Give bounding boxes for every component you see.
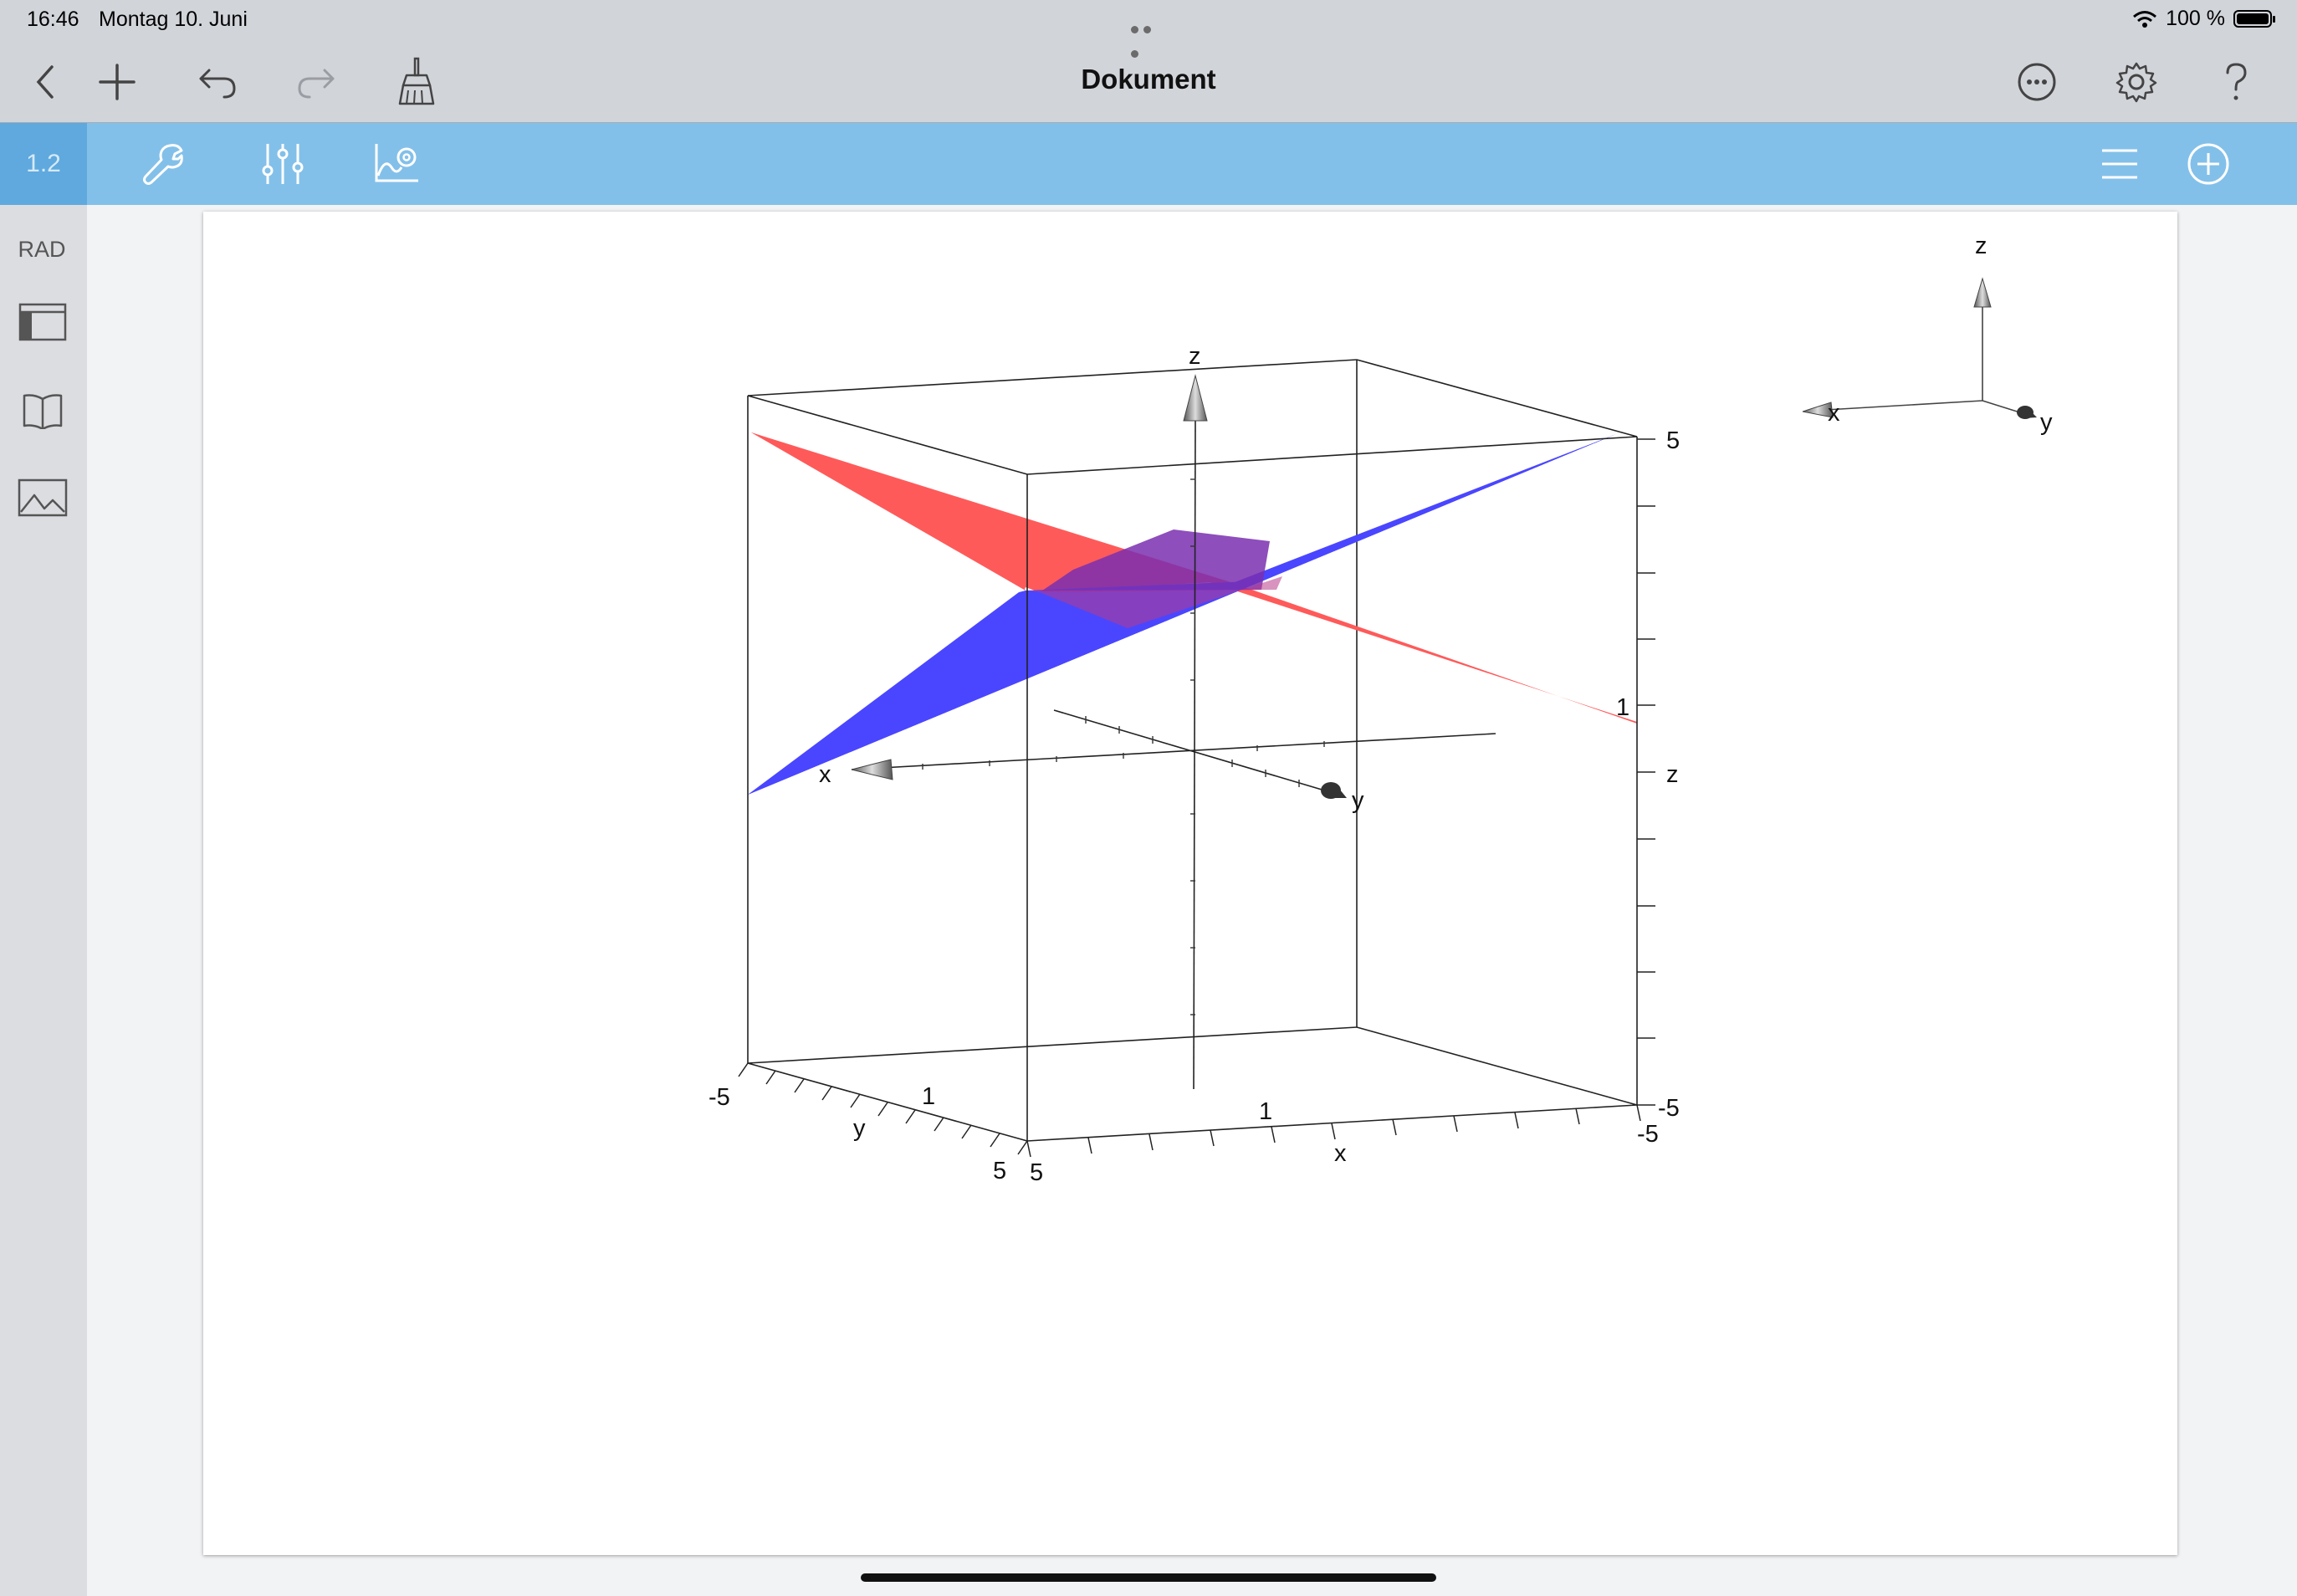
multitasking-dots[interactable] — [1131, 15, 1168, 58]
sliders-icon — [262, 144, 304, 184]
tools-button[interactable] — [138, 139, 188, 189]
panel-layout-icon — [18, 303, 67, 341]
x-tick-label-start: 5 — [1030, 1159, 1043, 1186]
orientation-z-label: z — [1975, 233, 1987, 259]
x-scale-axis-label: x — [1334, 1140, 1347, 1167]
image-icon — [18, 478, 68, 517]
orientation-indicator[interactable]: z x y — [1802, 233, 2053, 436]
question-mark-icon — [2226, 63, 2247, 100]
x-tick-label-end: -5 — [1637, 1121, 1659, 1148]
orientation-z-arrow — [1973, 277, 1992, 308]
sidebar: RAD — [0, 205, 87, 1596]
graph-gear-icon — [375, 144, 418, 182]
wifi-icon — [2133, 10, 2157, 28]
broom-icon — [398, 57, 435, 105]
angle-mode-indicator[interactable]: RAD — [0, 237, 84, 263]
plus-circle-icon — [2187, 143, 2229, 185]
y-tick-label-mid: 1 — [922, 1083, 935, 1110]
x-tick-label-mid: 1 — [1259, 1098, 1272, 1125]
redo-icon — [298, 69, 335, 99]
inner-y-label: y — [1352, 787, 1364, 814]
home-indicator[interactable] — [861, 1573, 1436, 1582]
navigation-bar: Dokument — [0, 40, 2297, 123]
x-axis-arrow — [851, 759, 893, 780]
z-axis-arrow — [1183, 374, 1208, 422]
battery-percent: 100 % — [2166, 7, 2225, 30]
help-button[interactable] — [2211, 57, 2261, 107]
y-tick-label-start: -5 — [709, 1084, 730, 1111]
undo-button[interactable] — [192, 57, 243, 107]
more-button[interactable] — [2012, 57, 2062, 107]
y-tick-label-end: 5 — [993, 1158, 1006, 1184]
plus-icon — [99, 64, 136, 100]
view-settings-button[interactable] — [258, 139, 308, 189]
page-sorter-button[interactable] — [17, 299, 69, 345]
redo-button[interactable] — [291, 57, 341, 107]
z-tick-label-mid: 1 — [1616, 694, 1629, 721]
ellipsis-circle-icon — [2018, 63, 2056, 101]
battery-icon — [2233, 10, 2275, 28]
z-scale-axis-label: z — [1666, 761, 1679, 788]
graph-settings-button[interactable] — [371, 139, 422, 189]
clear-button[interactable] — [391, 57, 442, 107]
orientation-y-label: y — [2040, 409, 2053, 436]
orientation-x-label: x — [1828, 400, 1840, 427]
back-button[interactable] — [20, 57, 70, 107]
book-icon — [23, 394, 63, 429]
z-tick-label-bottom: -5 — [1658, 1095, 1680, 1122]
settings-button[interactable] — [2111, 57, 2161, 107]
y-scale-ticks — [738, 1062, 1028, 1155]
inner-z-label: z — [1189, 343, 1201, 370]
gear-icon — [2115, 62, 2157, 103]
gallery-button[interactable] — [17, 474, 69, 521]
add-page-button[interactable] — [2183, 139, 2233, 189]
z-tick-label-top: 5 — [1666, 427, 1680, 454]
add-button[interactable] — [92, 57, 142, 107]
wrench-icon — [143, 144, 183, 185]
y-scale-axis-label: y — [853, 1115, 866, 1142]
inner-x-label: x — [819, 761, 831, 788]
graph-3d-svg[interactable]: z x y 5 1 z -5 5 1 x -5 -5 1 y 5 z x y — [203, 212, 2177, 1555]
undo-icon — [199, 69, 236, 99]
z-scale-ticks — [1637, 438, 1655, 1106]
graph-canvas[interactable]: z x y 5 1 z -5 5 1 x -5 -5 1 y 5 z x y — [203, 212, 2177, 1555]
status-time: 16:46 — [27, 8, 79, 31]
document-title: Dokument — [1081, 64, 1216, 95]
page-number[interactable]: 1.2 — [0, 123, 87, 205]
chevron-left-icon — [36, 65, 54, 99]
status-date: Montag 10. Juni — [99, 8, 248, 31]
graph-toolbar: 1.2 — [0, 123, 2297, 205]
hamburger-icon — [2102, 149, 2137, 179]
menu-button[interactable] — [2095, 139, 2145, 189]
status-bar: 16:46 Montag 10. Juni 100 % — [0, 0, 2297, 58]
scratchpad-button[interactable] — [17, 387, 69, 434]
status-right: 100 % — [2132, 7, 2275, 31]
